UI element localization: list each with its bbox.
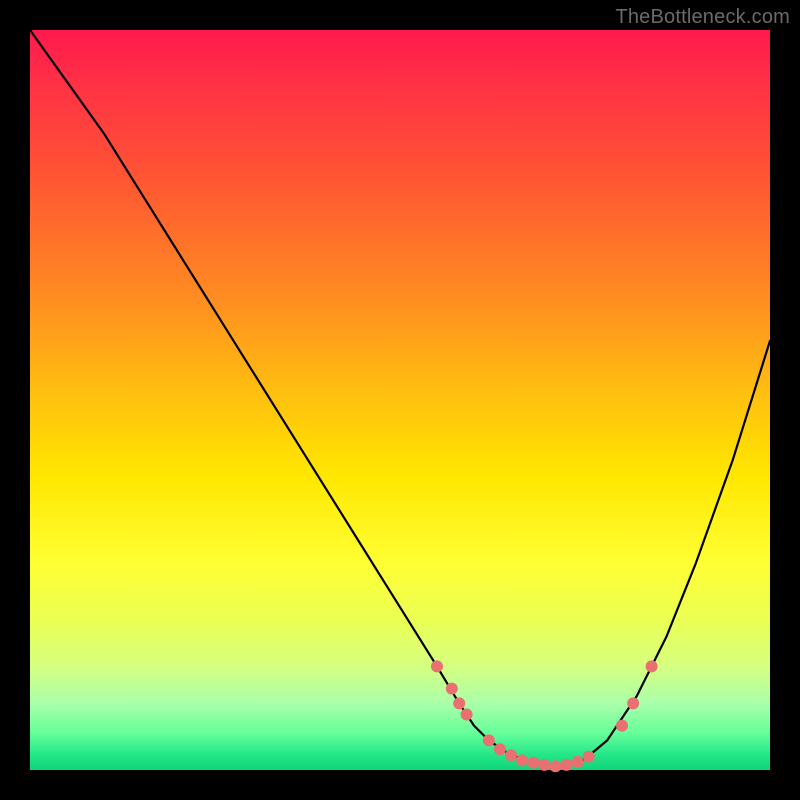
curve-line bbox=[30, 30, 770, 766]
watermark-text: TheBottleneck.com bbox=[615, 6, 790, 29]
chart-svg bbox=[30, 30, 770, 770]
chart-container: TheBottleneck.com bbox=[0, 0, 800, 800]
